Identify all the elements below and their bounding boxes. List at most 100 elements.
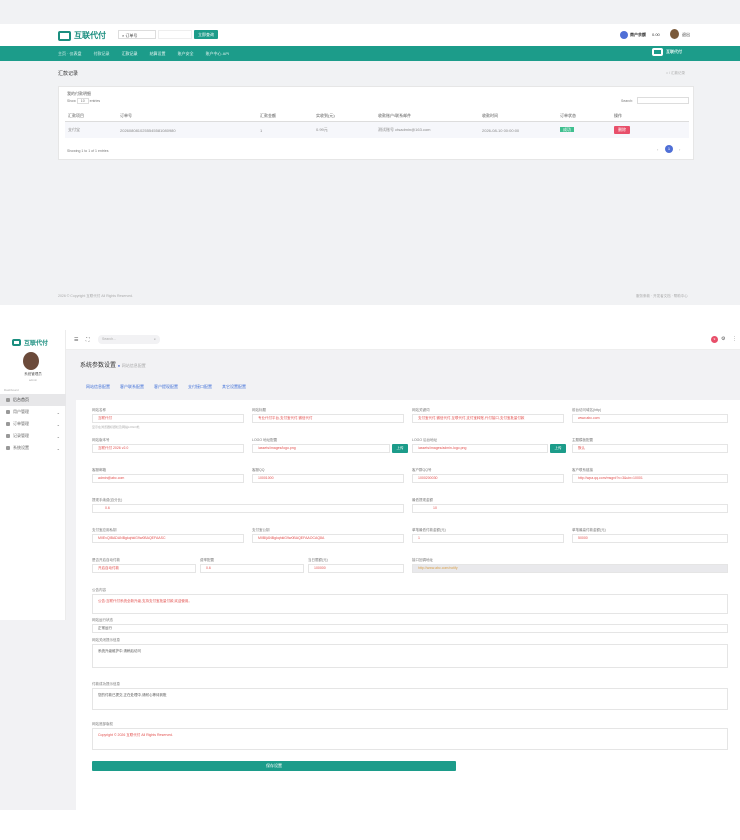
- col-header[interactable]: 收款账户/联系邮件: [375, 111, 479, 122]
- col-header[interactable]: 实收到(元): [313, 111, 375, 122]
- contact-link-label: 客户联系链接: [572, 468, 593, 472]
- title-input[interactable]: 专业代付平台,支付宝代付,微信代付: [252, 414, 404, 423]
- prev-page[interactable]: ‹: [657, 147, 658, 152]
- copyright-label: 网站底部版权: [92, 722, 113, 726]
- success-msg-textarea[interactable]: 您的付款已提交,正在处理中,请耐心等待到账: [92, 688, 728, 710]
- upload-logo-button[interactable]: 上传: [392, 444, 408, 453]
- footer-links[interactable]: 服务条款 · 开发者文档 · 帮助中心: [636, 294, 688, 299]
- min-pay-input[interactable]: 1: [412, 534, 564, 543]
- table-search-label: Search:: [621, 99, 634, 103]
- rate-input[interactable]: 0.6: [200, 564, 304, 573]
- tab-site[interactable]: 网站信息配置: [86, 384, 110, 390]
- notify-input[interactable]: http://www.abc.com/notify: [412, 564, 728, 573]
- email-input[interactable]: admin@abc.com: [92, 474, 244, 483]
- records-card: 我的付款明细 Show 10 entries Search: 汇款项目 订单号 …: [58, 86, 694, 160]
- close-msg-textarea[interactable]: 系统升级维护中,请稍后访问: [92, 644, 728, 668]
- nav-settlement[interactable]: 结算设置: [150, 51, 166, 57]
- nav-remittance[interactable]: 汇款记录: [122, 51, 138, 57]
- table-search-input[interactable]: [637, 97, 689, 104]
- table-info: Showing 1 to 1 of 1 entries: [67, 149, 109, 153]
- page-title: 汇款记录: [58, 71, 79, 77]
- col-header[interactable]: 操作: [611, 111, 689, 122]
- settings-tabs: 网站信息配置 客户联系配置 客户提现配置 支付接口配置 其它设置配置: [86, 384, 246, 390]
- min-pay-label: 单笔最低付款金额(元): [412, 528, 446, 532]
- nav-payments[interactable]: 付款记录: [94, 51, 110, 57]
- nav-dashboard[interactable]: 主页 · 仪表盘: [58, 51, 82, 57]
- theme-select[interactable]: 默认: [572, 444, 728, 453]
- search-input[interactable]: [158, 30, 192, 39]
- col-header[interactable]: 订单状态: [557, 111, 611, 122]
- menu-orders[interactable]: 订单管理 ⌄: [0, 418, 66, 430]
- chevron-down-icon: ⌄: [56, 445, 60, 451]
- domain-input[interactable]: www.abc.com: [572, 414, 728, 423]
- group-input[interactable]: 1000200030: [412, 474, 564, 483]
- nav-security[interactable]: 账户安全: [178, 51, 194, 57]
- keywords-input[interactable]: 支付宝代付,微信代付,互联代付,支付宝转账,代付接口,支付宝批量付款: [412, 414, 564, 423]
- footer-copyright: 2026 © Copyright 互联代付 All Rights Reserve…: [58, 294, 133, 298]
- logo2-input[interactable]: /assets/images/admin-logo.png: [412, 444, 548, 453]
- tab-contact[interactable]: 客户联系配置: [120, 384, 144, 390]
- logo-input[interactable]: /assets/images/logo.png: [252, 444, 390, 453]
- col-header[interactable]: 汇款项目: [65, 111, 117, 122]
- admin-brand[interactable]: 互联代付: [12, 338, 48, 347]
- fee-input[interactable]: 0.6: [92, 504, 404, 513]
- contact-link-input[interactable]: http://wpa.qq.com/msgrd?v=3&uin=10001: [572, 474, 728, 483]
- site-name-input[interactable]: 互联代付: [92, 414, 244, 423]
- auto-pay-select[interactable]: 开启自动付款: [92, 564, 196, 573]
- page-length-select[interactable]: 10: [76, 98, 89, 104]
- min-withdraw-input[interactable]: 10: [412, 504, 728, 513]
- search-type-select[interactable]: ⌕ 订单号: [118, 30, 156, 39]
- version-input[interactable]: 互联代付 2026 v2.0: [92, 444, 244, 453]
- col-header[interactable]: 收款时间: [479, 111, 557, 122]
- cell-received: 0.99元: [313, 121, 375, 138]
- daily-limit-input[interactable]: 100000: [308, 564, 404, 573]
- avatar[interactable]: [670, 29, 679, 39]
- next-page[interactable]: ›: [679, 147, 680, 152]
- menu-toggle-icon[interactable]: ☰: [74, 337, 78, 343]
- notice-label: 公告内容: [92, 588, 106, 592]
- notice-textarea[interactable]: 公告:互联代付系统全新升级,支持支付宝批量付款,欢迎使用。: [92, 594, 728, 614]
- admin-avatar[interactable]: [23, 352, 39, 370]
- admin-topbar: ☰ ⛶ Search... ⌕ 9 ⚙ ⋮: [66, 330, 740, 350]
- col-header[interactable]: 汇款金额: [257, 111, 313, 122]
- nav-api[interactable]: 账户中心 API: [206, 51, 230, 57]
- menu-settings[interactable]: 系统设置 ⌄: [0, 442, 66, 454]
- logout-link[interactable]: 退出: [682, 32, 690, 38]
- private-key-input[interactable]: MIIEvQIBADANBgkqhkiG9w0BAQEFAASC: [92, 534, 244, 543]
- save-settings-button[interactable]: 保存设置: [92, 761, 456, 771]
- private-key-label: 支付宝应用私钥: [92, 528, 117, 532]
- tab-payment[interactable]: 支付接口配置: [188, 384, 212, 390]
- tab-other[interactable]: 其它设置配置: [222, 384, 246, 390]
- status-badge: 成功: [560, 127, 574, 132]
- brand-logo[interactable]: 互联代付: [58, 30, 106, 41]
- nav-brand: 互联代付: [652, 48, 682, 56]
- logo-icon: [12, 339, 21, 346]
- home-icon: [6, 398, 10, 402]
- admin-search-input[interactable]: Search... ⌕: [98, 335, 160, 344]
- rate-label: 费率配置: [200, 558, 214, 562]
- col-header[interactable]: 订单号: [117, 111, 257, 122]
- more-icon[interactable]: ⋮: [732, 336, 737, 342]
- page-number[interactable]: 1: [665, 145, 673, 153]
- fullscreen-icon[interactable]: ⛶: [86, 337, 90, 343]
- status-select[interactable]: 正常运行: [92, 624, 728, 633]
- menu-home[interactable]: 后台首页: [0, 394, 66, 406]
- keywords-label: 网站关键词: [412, 408, 430, 412]
- upload-logo2-button[interactable]: 上传: [550, 444, 566, 453]
- delete-button[interactable]: 删除: [614, 126, 630, 134]
- breadcrumb: ⌂ / 汇款记录: [666, 71, 686, 75]
- notification-badge[interactable]: 9: [711, 336, 718, 343]
- menu-records[interactable]: 记录管理 ⌄: [0, 430, 66, 442]
- copyright-textarea[interactable]: Copyright © 2026 互联代付 All Rights Reserve…: [92, 728, 728, 750]
- public-key-input[interactable]: MIIBIjANBgkqhkiG9w0BAQEFAAOCAQ8A: [252, 534, 404, 543]
- menu-users[interactable]: 用户管理 ⌄: [0, 406, 66, 418]
- gear-icon[interactable]: ⚙: [721, 336, 725, 342]
- max-pay-input[interactable]: 50000: [572, 534, 728, 543]
- qq-input[interactable]: 10001000: [252, 474, 404, 483]
- tab-withdraw[interactable]: 客户提现配置: [154, 384, 178, 390]
- table-row: 支付宝 2026080810255545581080980 1 0.99元 测试…: [65, 121, 689, 138]
- search-button[interactable]: 立即查询: [194, 30, 218, 39]
- daily-limit-label: 当日限额(元): [308, 558, 328, 562]
- close-msg-label: 网站关闭提示信息: [92, 638, 120, 642]
- theme-label: 主题模板配置: [572, 438, 593, 442]
